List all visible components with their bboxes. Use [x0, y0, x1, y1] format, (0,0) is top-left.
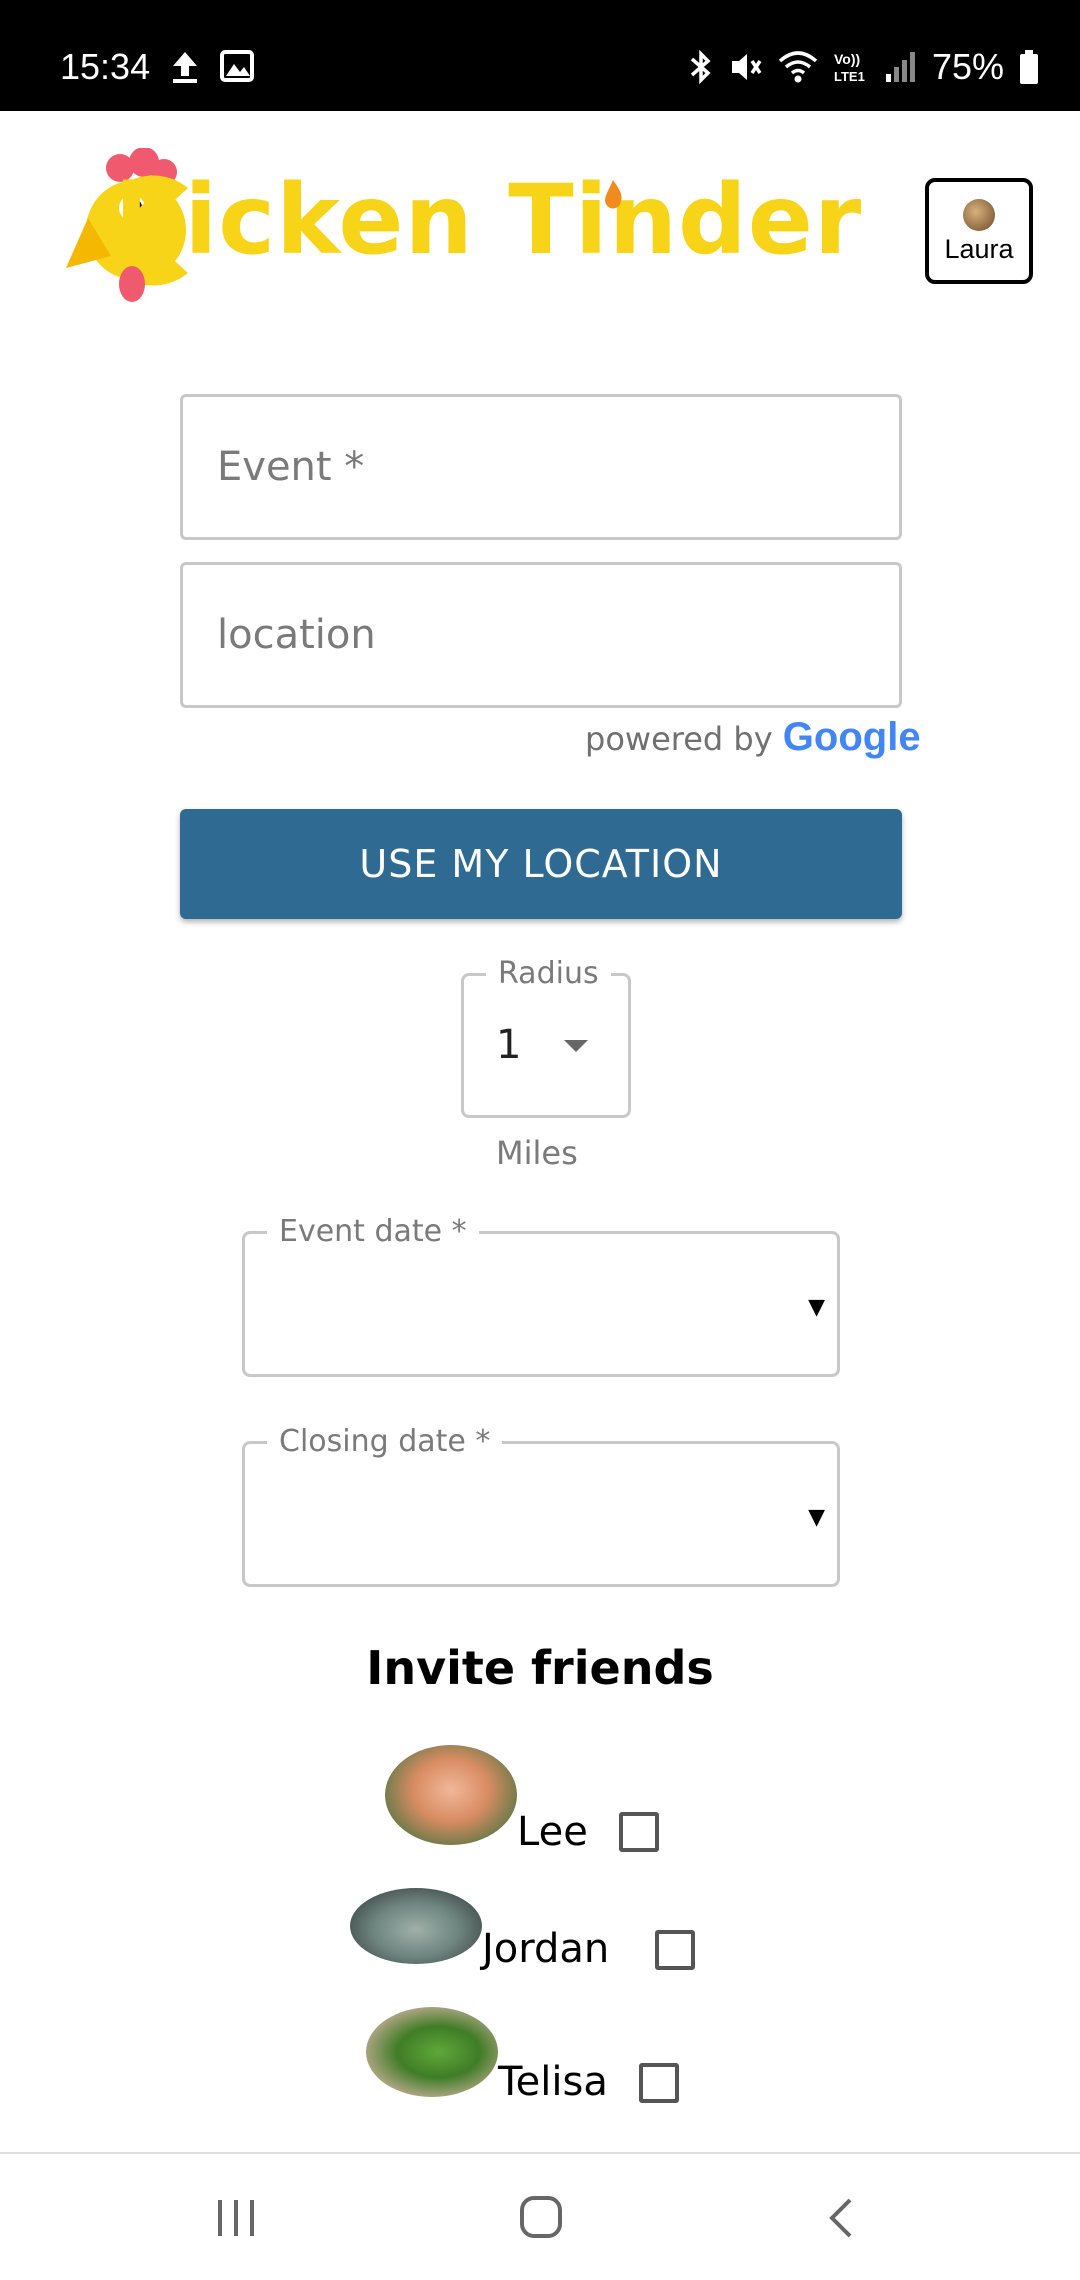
system-navigation-bar: [0, 2152, 1080, 2280]
wifi-icon: [778, 51, 818, 83]
profile-button[interactable]: Laura: [925, 178, 1033, 284]
friend-name-lee: Lee: [517, 1809, 588, 1855]
volte-icon: Vo)) LTE1: [834, 51, 865, 84]
event-date-label: Event date *: [267, 1212, 479, 1252]
status-bar: 15:34 Vo)) LTE1 75%: [0, 0, 1080, 111]
google-brand-text: Google: [782, 715, 921, 759]
event-field: [180, 394, 902, 540]
recent-apps-button[interactable]: [166, 2154, 306, 2280]
friend-avatar-telisa: [366, 2007, 498, 2097]
back-icon: [829, 2198, 852, 2238]
profile-avatar: [963, 199, 995, 231]
caret-down-icon: ▼: [808, 1505, 825, 1530]
radius-value: 1: [496, 1022, 522, 1068]
home-button[interactable]: [470, 2154, 610, 2280]
app-root: 15:34 Vo)) LTE1 75% hicken Tinder Laura …: [0, 0, 1080, 2280]
use-my-location-button[interactable]: USE MY LOCATION: [180, 809, 902, 919]
mute-icon: [731, 54, 762, 80]
closing-date-label: Closing date *: [267, 1422, 503, 1462]
signal-icon: [885, 52, 915, 82]
battery-icon: [1020, 50, 1038, 84]
friend-checkbox-jordan[interactable]: [655, 1930, 695, 1970]
friend-row-jordan: Jordan: [0, 1888, 1080, 1998]
friend-name-jordan: Jordan: [482, 1926, 610, 1972]
closing-date-field[interactable]: Closing date * ▼: [242, 1422, 840, 1587]
event-input[interactable]: [183, 397, 899, 537]
svg-text:LTE1: LTE1: [834, 69, 865, 84]
radius-select[interactable]: Radius 1: [461, 954, 631, 1118]
radius-unit-label: Miles: [496, 1134, 578, 1172]
event-date-field[interactable]: Event date * ▼: [242, 1212, 840, 1377]
location-input[interactable]: [183, 565, 899, 705]
status-left-icons: [170, 50, 254, 84]
friend-checkbox-telisa[interactable]: [639, 2063, 679, 2103]
recent-apps-icon: [218, 2200, 254, 2236]
powered-by-text: powered by: [585, 720, 773, 758]
caret-down-icon: ▼: [808, 1295, 825, 1320]
friend-name-telisa: Telisa: [498, 2059, 608, 2105]
back-button[interactable]: [770, 2154, 910, 2280]
app-title: hicken Tinder: [115, 164, 863, 276]
friend-row-telisa: Telisa: [0, 2007, 1080, 2117]
upload-icon: [173, 52, 197, 83]
powered-by-google: powered by Google: [585, 712, 921, 764]
bluetooth-icon: [690, 49, 711, 85]
invite-friends-title: Invite friends: [366, 1641, 714, 1695]
caret-down-icon: [564, 1040, 588, 1052]
friend-row-lee: Lee: [0, 1745, 1080, 1855]
radius-label: Radius: [486, 954, 611, 994]
friend-checkbox-lee[interactable]: [619, 1812, 659, 1852]
flame-icon: [605, 180, 622, 209]
friend-avatar-jordan: [350, 1888, 482, 1964]
profile-name: Laura: [944, 234, 1014, 264]
home-icon: [520, 2196, 562, 2238]
battery-percentage: 75%: [931, 46, 1004, 87]
location-field: [180, 562, 902, 708]
image-icon: [220, 50, 254, 82]
status-right: Vo)) LTE1 75%: [688, 45, 1040, 89]
friend-avatar-lee: [385, 1745, 517, 1845]
status-time: 15:34: [60, 46, 151, 87]
svg-text:Vo)): Vo)): [834, 51, 860, 67]
